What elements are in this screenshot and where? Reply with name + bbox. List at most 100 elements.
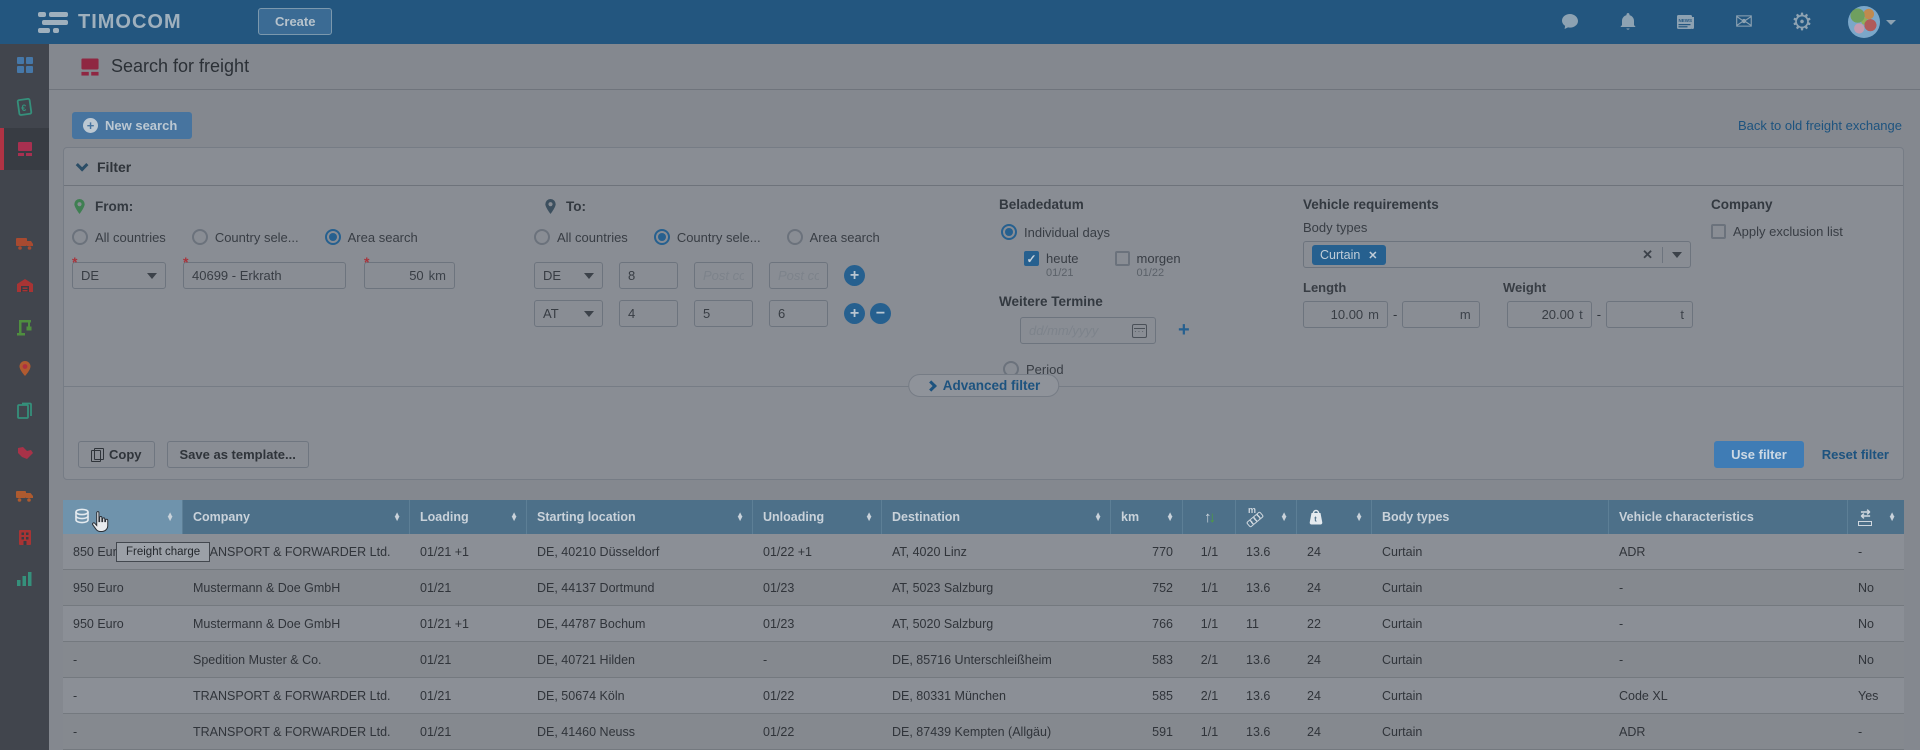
sidebar-item-company[interactable]: [0, 516, 49, 558]
date-checkbox-tomorrow[interactable]: morgen 01/22: [1114, 251, 1181, 279]
brand[interactable]: TIMOCOM: [38, 11, 182, 34]
new-search-button[interactable]: New search: [72, 112, 193, 139]
to-country-select-1[interactable]: DE: [534, 262, 603, 289]
table-row[interactable]: 950 Euro Mustermann & Doe GmbH 01/21 +1 …: [63, 606, 1904, 642]
to-add-postcode-button-1[interactable]: [844, 265, 865, 286]
column-header-destination[interactable]: Destination: [882, 500, 1111, 534]
use-filter-button[interactable]: Use filter: [1714, 441, 1804, 468]
mail-icon[interactable]: [1732, 10, 1756, 34]
length-to-input[interactable]: m: [1402, 301, 1480, 328]
chevron-down-icon[interactable]: [1672, 251, 1682, 258]
reset-filter-link[interactable]: Reset filter: [1822, 447, 1889, 462]
notifications-icon[interactable]: [1616, 10, 1640, 34]
sort-icon[interactable]: [1888, 513, 1896, 522]
account-menu[interactable]: [1848, 6, 1896, 38]
to-radio-country-selection[interactable]: Country sele...: [653, 229, 761, 245]
column-header-company[interactable]: Company: [183, 500, 410, 534]
column-header-stops[interactable]: ↑ ↓: [1183, 500, 1236, 534]
column-header-vehicle-characteristics[interactable]: Vehicle characteristics: [1609, 500, 1848, 534]
to-remove-row-button[interactable]: [870, 303, 891, 324]
weight-from-input[interactable]: t: [1506, 301, 1592, 328]
sidebar-item-deals[interactable]: [0, 432, 49, 474]
column-header-km[interactable]: km: [1111, 500, 1183, 534]
filter-title: Filter: [97, 158, 132, 175]
news-icon[interactable]: NEWS: [1674, 10, 1698, 34]
column-header-body-types[interactable]: Body types: [1372, 500, 1609, 534]
filter-header[interactable]: Filter: [64, 148, 1903, 186]
sidebar-item-fleet[interactable]: [0, 474, 49, 516]
to-postcode-1-1[interactable]: [619, 262, 678, 289]
save-as-template-button[interactable]: Save as template...: [166, 441, 309, 468]
sort-icon[interactable]: [510, 513, 518, 522]
loading-date-title: Beladedatum: [999, 197, 1084, 212]
date-radio-individual-days[interactable]: Individual days: [1001, 224, 1289, 240]
more-dates-input[interactable]: [1020, 317, 1156, 344]
chat-icon[interactable]: [1558, 10, 1582, 34]
from-radio-all-countries[interactable]: All countries: [72, 229, 166, 245]
to-postcode-1-3[interactable]: [769, 262, 828, 289]
to-country-select-2[interactable]: AT: [534, 300, 603, 327]
cell-vehicle-characteristics: -: [1619, 616, 1624, 631]
advanced-filter-toggle[interactable]: Advanced filter: [907, 374, 1060, 397]
sort-icon[interactable]: [736, 513, 744, 522]
sidebar-item-quotes[interactable]: €: [0, 86, 49, 128]
sidebar-item-freight-exchange[interactable]: [0, 128, 49, 170]
remove-tag-icon[interactable]: [1368, 248, 1377, 262]
settings-icon[interactable]: [1790, 10, 1814, 34]
sort-icon[interactable]: [1280, 513, 1288, 522]
to-postcode-2-3[interactable]: [769, 300, 828, 327]
from-city-input[interactable]: [183, 254, 346, 289]
table-row[interactable]: 850 Euro TRANSPORT & FORWARDER Ltd. 01/2…: [63, 534, 1904, 570]
exclusion-list-checkbox[interactable]: Apply exclusion list: [1711, 224, 1901, 239]
table-row[interactable]: 950 Euro Mustermann & Doe GmbH 01/21 DE,…: [63, 570, 1904, 606]
back-to-old-exchange-link[interactable]: Back to old freight exchange: [1738, 118, 1902, 133]
column-header-unloading[interactable]: Unloading: [753, 500, 882, 534]
clear-selection-icon[interactable]: [1642, 247, 1653, 263]
sort-icon[interactable]: [166, 513, 174, 522]
body-type-tag[interactable]: Curtain: [1312, 244, 1386, 265]
table-row[interactable]: - Spedition Muster & Co. 01/21 DE, 40721…: [63, 642, 1904, 678]
sidebar-item-documents[interactable]: [0, 390, 49, 432]
sort-icon[interactable]: [1355, 513, 1363, 522]
body-types-multiselect[interactable]: Curtain: [1303, 241, 1691, 268]
to-add-row-button[interactable]: [844, 303, 865, 324]
hand-cursor: [92, 511, 109, 532]
sort-icon[interactable]: [393, 513, 401, 522]
to-radio-area-search[interactable]: Area search: [786, 229, 880, 245]
calendar-icon[interactable]: [1132, 323, 1147, 338]
cell-vehicle-characteristics: Code XL: [1619, 688, 1668, 703]
length-from-input[interactable]: m: [1303, 301, 1389, 328]
sidebar-item-warehouse[interactable]: [0, 264, 49, 306]
table-row[interactable]: - TRANSPORT & FORWARDER Ltd. 01/21 DE, 4…: [63, 714, 1904, 750]
column-header-freight-charge[interactable]: [63, 500, 183, 534]
create-button[interactable]: Create: [258, 8, 333, 35]
sort-icon[interactable]: [1094, 513, 1102, 522]
weight-to-input[interactable]: t: [1606, 301, 1693, 328]
from-radio-country-selection[interactable]: Country sele...: [191, 229, 299, 245]
column-header-length[interactable]: m: [1236, 500, 1297, 534]
from-radio-area-search[interactable]: Area search: [324, 229, 418, 245]
column-header-starting-location[interactable]: Starting location: [527, 500, 753, 534]
sort-icon[interactable]: [865, 513, 873, 522]
table-row[interactable]: - TRANSPORT & FORWARDER Ltd. 01/21 DE, 5…: [63, 678, 1904, 714]
sidebar-item-logistics[interactable]: [0, 306, 49, 348]
copy-icon: [91, 448, 104, 462]
to-postcode-2-1[interactable]: [619, 300, 678, 327]
to-postcode-2-2[interactable]: [694, 300, 753, 327]
copy-button[interactable]: Copy: [78, 441, 155, 468]
date-checkbox-today[interactable]: heute01/21: [1024, 251, 1079, 279]
column-header-weight[interactable]: t: [1297, 500, 1372, 534]
from-country-select[interactable]: DE: [72, 254, 166, 289]
column-header-loading[interactable]: Loading: [410, 500, 527, 534]
to-postcode-1-2[interactable]: [694, 262, 753, 289]
sidebar-item-dashboard[interactable]: [0, 44, 49, 86]
sidebar-item-vehicles[interactable]: [0, 222, 49, 264]
advanced-filter-label: Advanced filter: [942, 378, 1041, 393]
column-header-pallet-exchange[interactable]: ⇄: [1848, 500, 1904, 534]
sidebar-item-routes[interactable]: [0, 348, 49, 390]
sidebar-item-statistics[interactable]: [0, 558, 49, 600]
from-radius-input[interactable]: km: [364, 254, 455, 289]
to-radio-all-countries[interactable]: All countries: [534, 229, 628, 245]
sort-icon[interactable]: [1166, 513, 1174, 522]
add-date-button[interactable]: [1178, 319, 1190, 342]
